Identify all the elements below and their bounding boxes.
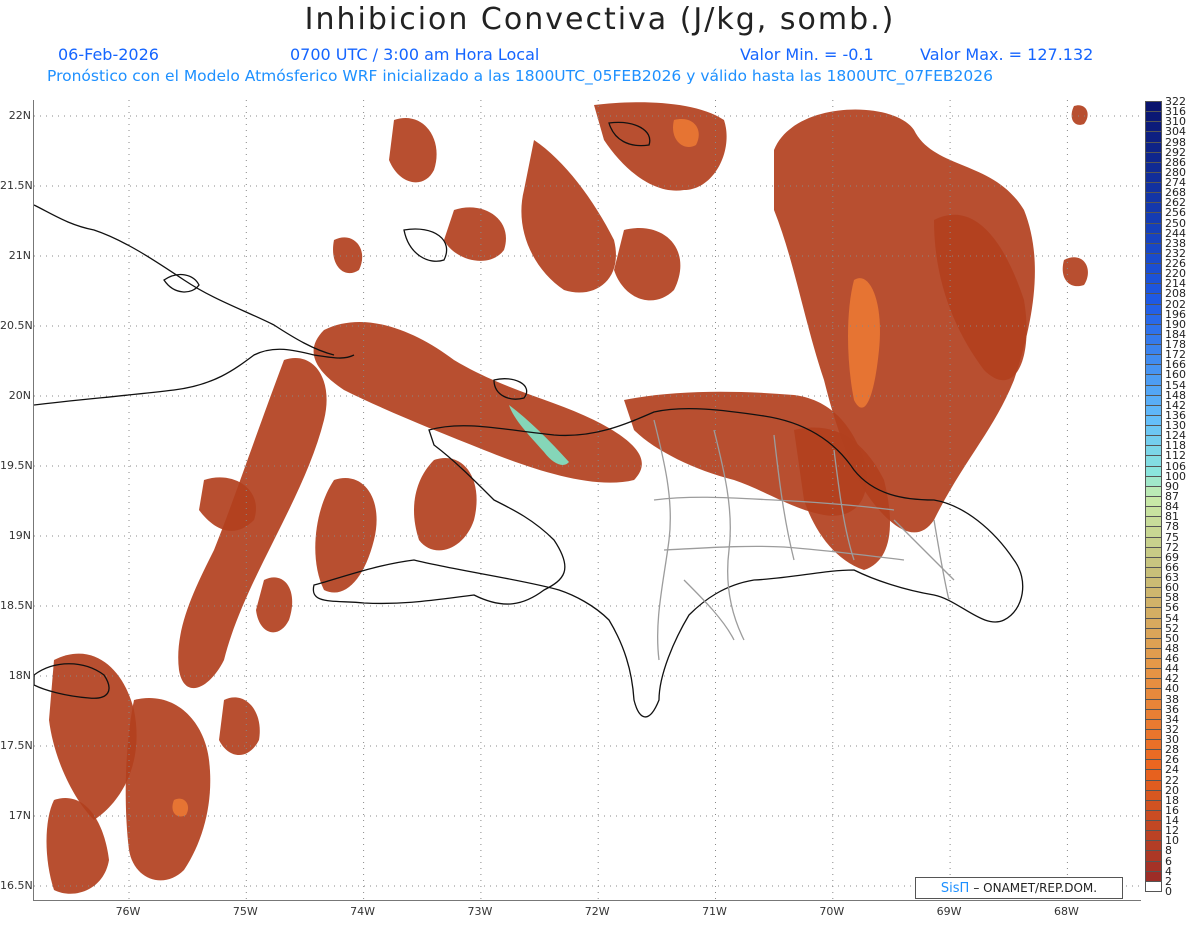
max-value: Valor Max. = 127.132	[920, 45, 1094, 64]
colorbar-label: 0	[1165, 885, 1172, 898]
model-subtitle: Pronóstico con el Modelo Atmósferico WRF…	[47, 67, 993, 85]
cin-area	[313, 321, 642, 483]
cin-area	[389, 118, 437, 183]
lat-label: 18.5N	[0, 599, 33, 612]
coastline	[34, 204, 335, 356]
lat-label: 20.5N	[0, 319, 33, 332]
credit-text: – ONAMET/REP.DOM.	[973, 881, 1098, 895]
lon-label: 68W	[1053, 905, 1079, 918]
cin-area	[49, 653, 137, 820]
lon-label: 75W	[232, 905, 258, 918]
cin-area	[414, 458, 477, 551]
lon-label: 74W	[350, 905, 376, 918]
cin-area	[333, 237, 363, 274]
cin-map	[34, 100, 1141, 900]
province-border	[933, 519, 950, 601]
lat-label: 16.5N	[0, 879, 33, 892]
coastline	[163, 273, 200, 293]
lat-label: 20N	[8, 389, 31, 402]
lat-label: 19.5N	[0, 459, 33, 472]
lat-label: 21.5N	[0, 179, 33, 192]
lon-label: 71W	[702, 905, 727, 918]
lat-label: 21N	[8, 249, 31, 262]
cin-area	[1062, 257, 1088, 287]
forecast-time: 0700 UTC / 3:00 am Hora Local	[290, 45, 540, 64]
credit-box: SisΠ – ONAMET/REP.DOM.	[915, 877, 1123, 899]
cin-area	[521, 140, 616, 293]
forecast-date: 06-Feb-2026	[58, 45, 159, 64]
cin-area	[178, 358, 327, 689]
lon-label: 70W	[819, 905, 845, 918]
map-title: Inhibicion Convectiva (J/kg, somb.)	[304, 2, 896, 37]
cin-area	[614, 228, 681, 301]
province-border	[653, 419, 671, 661]
map-panel	[33, 100, 1141, 901]
cin-area	[256, 577, 293, 633]
cin-area	[1071, 105, 1088, 125]
cin-area	[444, 207, 506, 261]
min-value: Valor Min. = -0.1	[740, 45, 874, 64]
lon-label: 69W	[936, 905, 962, 918]
colorbar-swatch	[1145, 880, 1162, 892]
cin-area	[125, 698, 211, 881]
lat-label: 19N	[8, 529, 31, 542]
cin-area	[219, 697, 260, 755]
lat-label: 17N	[8, 809, 31, 822]
coastline	[403, 228, 448, 262]
lon-label: 73W	[467, 905, 493, 918]
sis-logo: SisΠ	[940, 880, 970, 896]
lat-label: 22N	[8, 109, 31, 122]
cin-area	[594, 102, 727, 191]
lat-label: 17.5N	[0, 739, 33, 752]
cin-shaded-field	[46, 102, 1088, 894]
lon-label: 76W	[115, 905, 141, 918]
lon-label: 72W	[584, 905, 610, 918]
lat-label: 18N	[8, 669, 31, 682]
